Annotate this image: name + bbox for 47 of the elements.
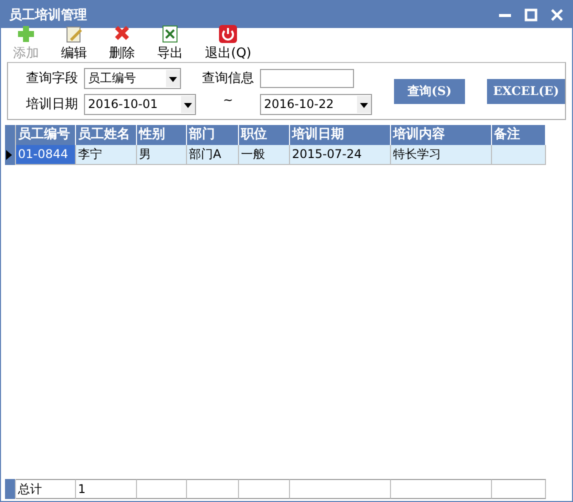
toolbar-button[interactable]: 导出 <box>155 24 185 62</box>
field-dropdown[interactable]: 员工编号 <box>84 68 181 88</box>
maximize-icon[interactable] <box>524 8 538 22</box>
column-header[interactable]: 员工姓名 <box>76 125 137 145</box>
field-label: 查询字段 <box>26 70 78 87</box>
tilde: ~ <box>222 93 234 107</box>
column-header[interactable]: 备注 <box>492 125 546 145</box>
column-header[interactable]: 部门 <box>187 125 239 145</box>
plus-icon <box>16 24 36 44</box>
footer-cell: 总计 <box>16 479 76 499</box>
table-cell[interactable]: 一般 <box>239 145 290 165</box>
column-header[interactable]: 培训日期 <box>290 125 391 145</box>
date-picker[interactable]: 2016-10-22 <box>260 94 372 114</box>
spreadsheet-icon <box>160 24 180 44</box>
power-icon <box>218 24 238 44</box>
toolbar-button[interactable]: 退出(Q) <box>203 24 254 62</box>
empty-footer-cell <box>137 479 187 499</box>
row-pointer-icon <box>5 149 13 161</box>
table-cell[interactable]: 2015-07-24 <box>290 145 391 165</box>
empty-footer-cell <box>492 479 546 499</box>
table-cell[interactable]: 李宁 <box>76 145 137 165</box>
table-cell[interactable]: 特长学习 <box>391 145 492 165</box>
column-header[interactable]: 培训内容 <box>391 125 492 145</box>
close-icon[interactable] <box>550 8 564 22</box>
table-cell[interactable]: 男 <box>137 145 187 165</box>
date-picker[interactable]: 2016-10-01 <box>84 94 196 114</box>
table-cell[interactable] <box>492 145 546 165</box>
column-header[interactable]: 性别 <box>137 125 187 145</box>
date-label: 培训日期 <box>26 96 78 113</box>
window-title: 员工培训管理 <box>9 6 88 24</box>
row-indicator[interactable] <box>5 145 16 165</box>
empty-footer-cell <box>187 479 239 499</box>
excel-button[interactable]: EXCEL(E) <box>487 78 565 104</box>
table-cell[interactable]: 01-0844 <box>16 145 76 165</box>
toolbar-button[interactable]: 删除 <box>107 24 137 62</box>
toolbar-button[interactable]: 编辑 <box>59 24 89 62</box>
empty-footer-cell <box>239 479 290 499</box>
notepad-icon <box>64 24 84 44</box>
info-label: 查询信息 <box>202 70 254 87</box>
row-header <box>5 125 16 145</box>
column-header[interactable]: 职位 <box>239 125 290 145</box>
row-header <box>5 479 16 499</box>
info-input[interactable] <box>260 68 354 88</box>
table-cell[interactable]: 部门A <box>187 145 239 165</box>
footer-cell: 1 <box>76 479 137 499</box>
search-button[interactable]: 查询(S) <box>394 78 466 104</box>
column-header[interactable]: 员工编号 <box>16 125 76 145</box>
